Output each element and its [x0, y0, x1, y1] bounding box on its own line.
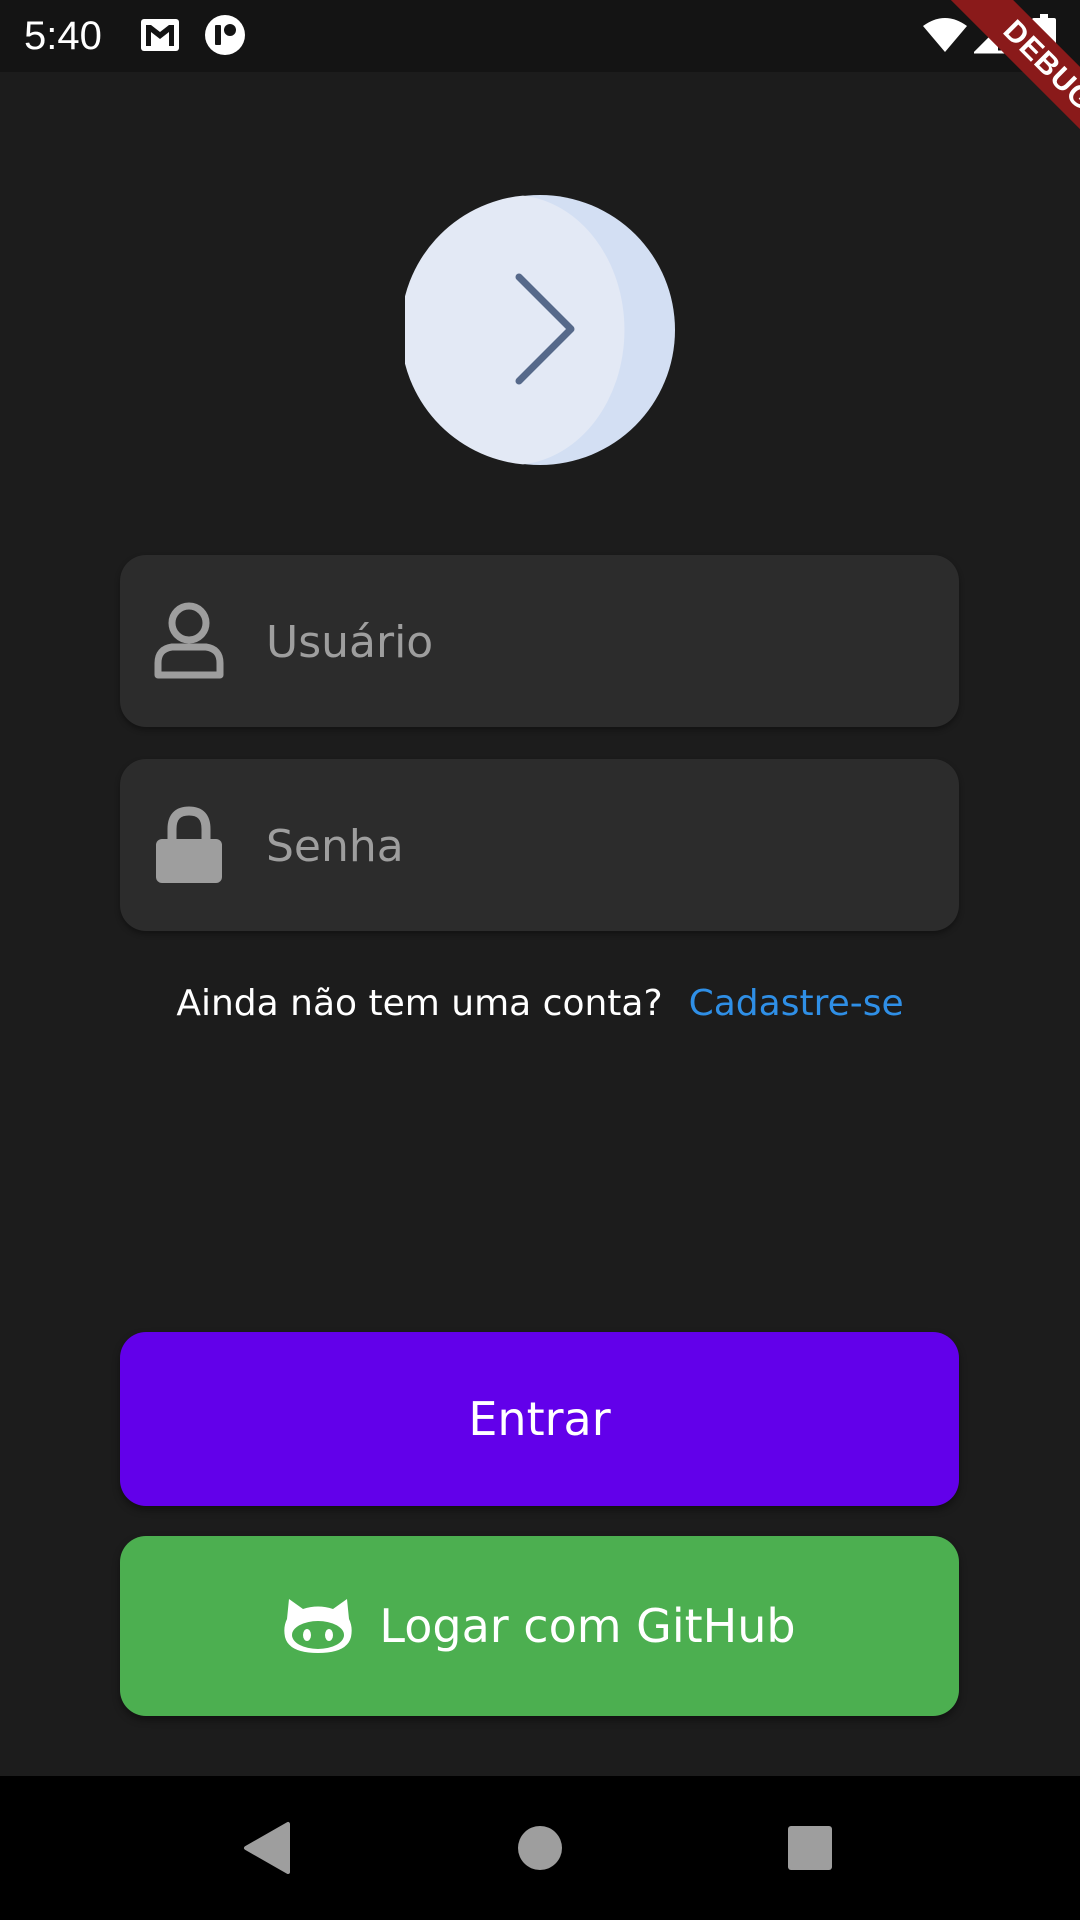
username-field[interactable] — [120, 555, 959, 729]
password-input[interactable] — [264, 759, 928, 933]
github-icon — [284, 1599, 353, 1653]
username-input[interactable] — [264, 555, 928, 729]
signup-link[interactable]: Cadastre-se — [689, 983, 904, 1024]
signup-row: Ainda não tem uma conta? Cadastre-se — [0, 976, 1080, 1032]
login-screen: 5:40 DEBUG Usuário Ainda não tem uma con… — [0, 0, 1080, 1920]
github-login-label: Logar com GitHub — [379, 1599, 796, 1653]
lock-icon — [156, 806, 222, 883]
navigation-bar — [0, 1776, 1080, 1920]
app-logo — [405, 195, 675, 465]
user-icon — [154, 602, 224, 679]
back-icon[interactable] — [220, 1798, 320, 1898]
enter-button[interactable]: Entrar — [120, 1332, 959, 1506]
status-bar: 5:40 — [0, 0, 1080, 72]
status-time: 5:40 — [24, 14, 102, 58]
signal-icon — [974, 16, 1012, 54]
gmail-icon — [141, 19, 179, 51]
recents-icon[interactable] — [760, 1798, 860, 1898]
app-notification-icon — [205, 15, 245, 55]
enter-button-label: Entrar — [468, 1392, 611, 1446]
battery-icon — [1032, 14, 1056, 56]
password-field[interactable] — [120, 759, 959, 933]
wifi-icon — [923, 18, 967, 52]
signup-question: Ainda não tem uma conta? — [176, 983, 663, 1024]
home-icon[interactable] — [490, 1798, 590, 1898]
github-login-button[interactable]: Logar com GitHub — [120, 1536, 959, 1716]
